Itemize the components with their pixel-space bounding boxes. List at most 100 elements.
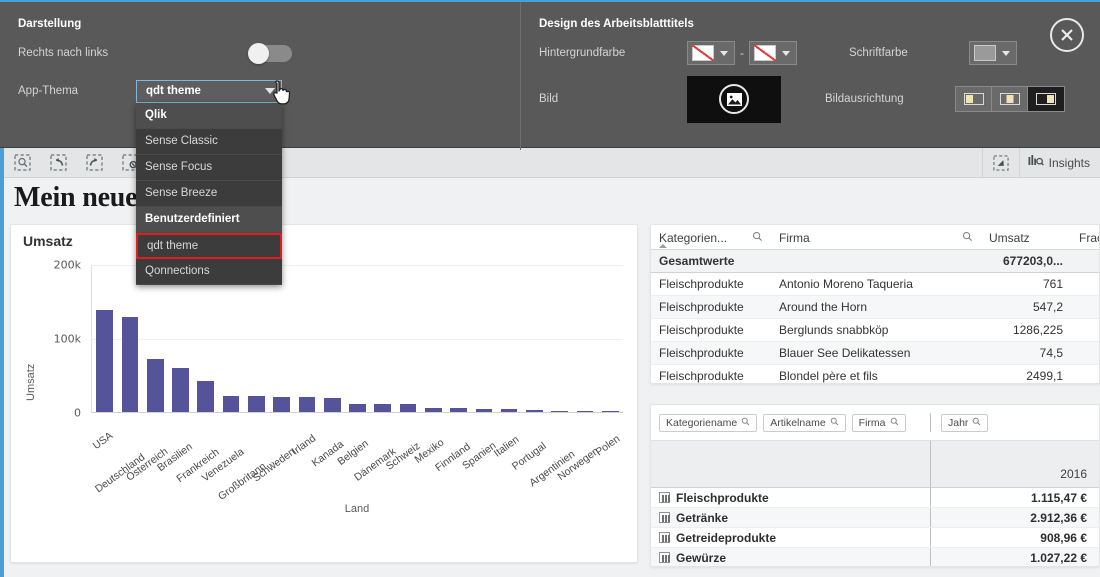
pivot-row[interactable]: Fleischprodukte 1.115,47 € [651,488,1099,508]
search-icon[interactable] [752,231,763,245]
bar-slot[interactable] [218,265,243,412]
cell-kategorie[interactable]: Fleischprodukte [651,272,771,296]
expand-icon[interactable] [659,492,670,503]
pivot-row-label-cell[interactable]: Gewürze [651,551,930,565]
cell-firma[interactable]: Antonio Moreno Taqueria [771,272,981,296]
pivot-row-label-cell[interactable]: Getreideprodukte [651,531,930,545]
bar-chart-object[interactable]: Umsatz Umsatz 0 100k 200k USA Deutschland Ös… [10,224,638,563]
search-icon[interactable] [962,231,973,245]
bar-norwegen[interactable] [576,411,594,412]
table-row[interactable]: Fleischprodukte Around the Horn 547,2 [651,295,1099,319]
bar-slot[interactable] [244,265,269,412]
bar-slot[interactable] [320,265,345,412]
cell-firma[interactable]: Blauer See Delikatessen [771,341,981,365]
bar-slot[interactable] [370,265,395,412]
bar-slot[interactable] [572,265,597,412]
table-row[interactable]: Fleischprodukte Blauer See Delikatessen 74… [651,341,1099,365]
image-align-left-button[interactable] [956,87,992,111]
cell-umsatz[interactable]: 74,5 [981,341,1071,365]
app-theme-select[interactable]: qdt theme [136,79,282,103]
font-color-picker[interactable] [969,41,1017,65]
chart-bars[interactable] [92,265,623,412]
theme-option-qonnections[interactable]: Qonnections [136,259,282,285]
bar-venezuela[interactable] [222,396,240,412]
bar-slot[interactable] [345,265,370,412]
bar-slot[interactable] [446,265,471,412]
pivot-row[interactable]: Getränke 2.912,36 € [651,508,1099,528]
bar-argentinien[interactable] [551,410,569,412]
bar-slot[interactable] [522,265,547,412]
smart-search-icon[interactable] [983,148,1019,178]
expand-icon[interactable] [659,532,670,543]
bar-mexiko[interactable] [424,407,442,412]
cell-fracht[interactable] [1071,295,1099,319]
theme-option-qdt-theme[interactable]: qdt theme [136,232,282,259]
bar-deutschland[interactable] [121,317,139,412]
theme-option-qlik[interactable]: Qlik [136,102,282,129]
bar-d-nemark[interactable] [374,403,392,412]
theme-option-sense-focus[interactable]: Sense Focus [136,155,282,181]
cell-fracht[interactable] [1071,272,1099,296]
bar-slot[interactable] [269,265,294,412]
pivot-row[interactable]: Getreideprodukte 908,96 € [651,528,1099,548]
table-row[interactable]: Fleischprodukte Berglunds snabbköp 1286,22… [651,318,1099,342]
close-panel-button[interactable] [1050,18,1084,52]
data-table-object[interactable]: Kategorien... Firma Umsatz Fra Gesamtwer… [650,224,1100,384]
cell-firma[interactable]: Blondel père et fils [771,364,981,383]
rtl-toggle[interactable] [248,42,292,64]
cell-umsatz[interactable]: 761 [981,272,1071,296]
bar-brasilien[interactable] [172,367,189,412]
bar-slot[interactable] [395,265,420,412]
bar-slot[interactable] [193,265,218,412]
cell-fracht[interactable] [1071,364,1099,383]
bar--sterreich[interactable] [146,358,164,412]
bar-belgien[interactable] [349,403,366,412]
column-header-umsatz[interactable]: Umsatz [981,225,1071,250]
bar-slot[interactable] [143,265,168,412]
column-header-fracht[interactable]: Fracht [1071,225,1099,250]
step-forward-icon[interactable] [76,148,112,178]
bar-slot[interactable] [471,265,496,412]
bar-portugal[interactable] [526,409,543,412]
cell-kategorie[interactable]: Fleischprodukte [651,364,771,383]
pivot-row-dimension-firma[interactable]: Firma [851,413,906,432]
cell-umsatz[interactable]: 547,2 [981,295,1071,319]
column-header-firma[interactable]: Firma [771,225,981,250]
expand-icon[interactable] [659,552,670,563]
bar-slot[interactable] [168,265,193,412]
cell-kategorie[interactable]: Fleischprodukte [651,295,771,319]
bar-slot[interactable] [598,265,623,412]
insights-button[interactable]: Insights [1020,148,1100,178]
pivot-row-dimension-artikelname[interactable]: Artikelname [763,413,846,432]
image-picker-button[interactable] [687,75,781,123]
theme-option-sense-breeze[interactable]: Sense Breeze [136,181,282,207]
bar-finnland[interactable] [450,408,467,412]
expand-icon[interactable] [659,512,670,523]
bar-slot[interactable] [497,265,522,412]
bar-gro-britann-[interactable] [247,396,265,412]
cell-umsatz[interactable]: 1286,225 [981,318,1071,342]
pivot-column-dimension-jahr[interactable]: Jahr [941,414,989,432]
table-row[interactable]: Fleischprodukte Antonio Moreno Taqueria 76… [651,272,1099,296]
background-color-from-picker[interactable] [687,41,735,65]
background-color-to-picker[interactable] [749,41,797,65]
bar-slot[interactable] [92,265,117,412]
selections-tool-icon[interactable] [4,148,40,178]
table-row[interactable]: Fleischprodukte Blondel père et fils 2499,… [651,364,1099,383]
bar-frankreich[interactable] [197,380,215,412]
bar-slot[interactable] [294,265,319,412]
bar-kanada[interactable] [323,397,341,412]
search-icon[interactable] [972,417,981,429]
pivot-table-object[interactable]: Kategoriename Artikelname Firma Jahr 2016 … [650,404,1100,567]
bar-slot[interactable] [421,265,446,412]
pivot-row-label-cell[interactable]: Fleischprodukte [651,491,930,505]
column-header-kategorie[interactable]: Kategorien... [651,225,771,250]
bar-slot[interactable] [117,265,142,412]
bar-polen[interactable] [601,411,619,412]
cell-fracht[interactable] [1071,318,1099,342]
bar-spanien[interactable] [475,408,493,412]
bar-schweden[interactable] [273,396,290,412]
pivot-row-dimension-kategoriename[interactable]: Kategoriename [659,413,758,432]
bar-schweiz[interactable] [399,404,417,412]
pivot-row-label-cell[interactable]: Getränke [651,511,930,525]
